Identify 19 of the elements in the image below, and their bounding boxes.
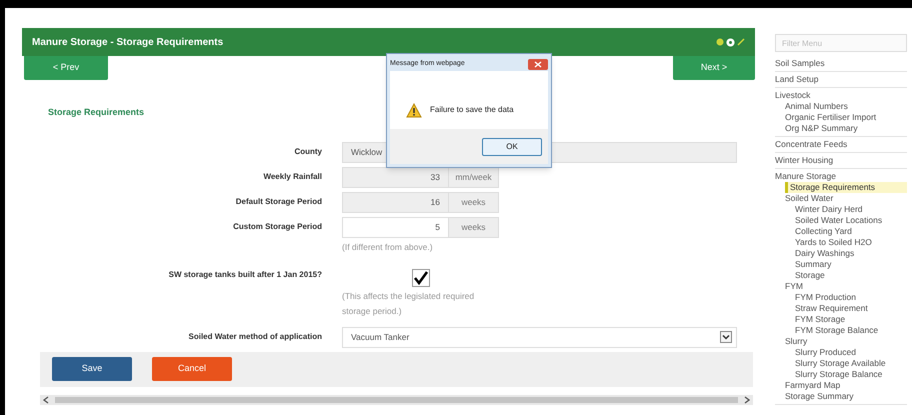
- field-label: Custom Storage Period: [232, 220, 322, 233]
- field-label: County: [293, 146, 322, 158]
- field-hint: (This affects the legislated required storage period.): [342, 290, 476, 318]
- field-value: 33: [430, 170, 440, 184]
- unit-label: mm/week: [449, 166, 499, 188]
- field-value: Vacuum Tanker: [351, 330, 410, 344]
- field-value: Wicklow: [351, 146, 382, 158]
- field-label: Soiled Water method of application: [188, 330, 322, 343]
- unit-label: weeks: [449, 192, 499, 212]
- page-title: Manure Storage - Storage Requirements: [32, 36, 224, 50]
- dialog-message: Failure to save the data: [430, 104, 514, 116]
- field-hint: (If different from above.): [342, 240, 434, 254]
- field-label: Default Storage Period: [234, 196, 322, 208]
- field-label: Weekly Rainfall: [262, 170, 322, 183]
- field-value: 5: [435, 220, 440, 234]
- field-label: SW storage tanks built after 1 Jan 2015?: [168, 268, 322, 281]
- field-value: 16: [430, 196, 440, 208]
- unit-label: weeks: [449, 216, 499, 238]
- section-title: Storage Requirements: [48, 106, 144, 119]
